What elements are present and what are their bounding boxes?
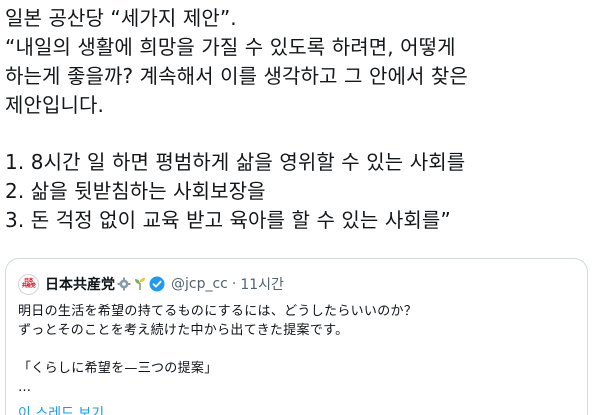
gear-emoji-icon [117,277,131,291]
quoted-line: ずっとそのことを考え続けた中から出てきた提案です。 [18,323,349,338]
tweet-line: 제안입니다. [5,93,104,117]
avatar[interactable]: 日本 共産党 [18,273,39,295]
tweet-line: 하는게 좋을까? 계속해서 이를 생각하고 그 안에서 찾은 [5,64,468,88]
quoted-line: … [18,380,32,395]
avatar-logo-text: 共産党 [21,283,36,289]
verified-badge-icon [149,276,165,292]
show-thread-link[interactable]: 이 스레드 보기 [18,403,104,415]
quoted-tweet-header: 日本 共産党 日本共産党 @jcp_cc · 11시간 [18,273,284,295]
quoted-line: 明日の生活を希望の持てるものにするには、どうしたらいいのか？ [18,304,418,319]
author-handle[interactable]: @jcp_cc [171,276,228,292]
tweet-line: 2. 삶을 뒷받침하는 사회보장을 [5,179,266,203]
quoted-line: 「くらしに希望を—三つの提案」 [18,361,218,376]
tweet-line: 1. 8시간 일 하면 평범하게 삶을 영위할 수 있는 사회를 [5,150,466,174]
tweet-line: 3. 돈 걱정 없이 교육 받고 육아를 할 수 있는 사회를” [5,208,451,232]
separator-dot: · [231,276,237,292]
tweet-line: 일본 공산당 “세가지 제안”. [5,6,237,30]
timestamp[interactable]: 11시간 [240,274,284,294]
quoted-tweet-text: 明日の生活を希望の持てるものにするには、どうしたらいいのか？ ずっとそのことを考… [18,302,578,397]
tweet-line: “내일의 생활에 희망을 가질 수 있도록 하려면, 어떻게 [5,35,456,59]
quoted-tweet-card[interactable]: 日本 共産党 日本共産党 @jcp_cc · 11시간 明日の生活を希望の持てる… [5,258,588,415]
author-name[interactable]: 日本共産党 [45,274,115,294]
sprout-emoji-icon [133,277,147,291]
tweet-text: 일본 공산당 “세가지 제안”. “내일의 생활에 희망을 가질 수 있도록 하… [5,4,600,235]
